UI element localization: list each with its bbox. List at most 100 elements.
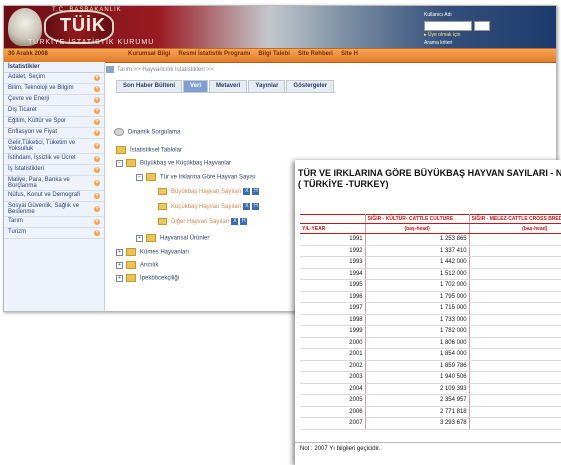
sidebar-item-label: İş İstatistikleri — [8, 166, 45, 172]
tree-label: Dinamik Sorgulama — [128, 129, 181, 136]
advanced-search-label[interactable]: Arama kriteri — [424, 40, 452, 46]
xls-icon[interactable]: X — [243, 203, 251, 210]
cell-culture: 1 715 000 — [365, 302, 470, 315]
home-icon[interactable] — [106, 66, 114, 73]
expand-icon[interactable]: + — [94, 108, 100, 114]
expand-icon[interactable]: + — [94, 219, 100, 225]
folder-icon — [126, 274, 136, 282]
signup-link[interactable]: ▸ Üye olmak için — [424, 32, 460, 38]
expand-icon[interactable]: + — [136, 234, 143, 242]
tree-node-breeds[interactable]: − Tür ve Irklarına Göre Hayvan Sayısı — [136, 173, 256, 181]
sidebar-item[interactable]: Bilim, Teknoloji ve Bilgim + — [4, 84, 104, 95]
folder-open-icon — [146, 173, 156, 181]
sidebar-list: Adalet, Seçim + Bilim, Teknoloji ve Bilgim… — [4, 73, 104, 239]
collapse-icon[interactable]: − — [136, 173, 143, 181]
cell-year: 2006 — [300, 406, 366, 418]
cell-cross: 4 357 5 — [469, 360, 561, 372]
sidebar-item[interactable]: Turizm + — [4, 228, 104, 239]
tab-1[interactable]: Veri — [183, 80, 209, 92]
sidebar-item[interactable]: İstihdam, İşsizlik ve Ücret + — [4, 154, 104, 165]
expand-icon[interactable]: + — [94, 130, 100, 136]
cell-cross: 4 620 0 — [469, 348, 561, 361]
expand-icon[interactable]: + — [94, 97, 100, 103]
sidebar-item[interactable]: Maliye, Para, Banka ve Borçlanma + — [4, 176, 104, 191]
expand-icon[interactable]: + — [94, 167, 100, 173]
nav-item[interactable]: Resmi İstatistik Programı — [178, 51, 250, 57]
document-title-line1: TÜR VE IRKLARINA GÖRE BÜYÜKBAŞ HAYVAN SA… — [298, 168, 561, 178]
nav-item[interactable]: Site H — [341, 51, 358, 57]
sidebar-item[interactable]: Adalet, Seçim + — [4, 73, 104, 84]
sidebar-item-label: Bilim, Teknoloji ve Bilgim — [8, 85, 74, 91]
tab-0[interactable]: Son Haber Bülteni — [116, 80, 183, 92]
expand-icon[interactable]: + — [94, 143, 100, 149]
cell-cross: 4 342 0 — [469, 256, 561, 269]
tree-node-poultry[interactable]: + Kümes Hayvanları — [116, 248, 189, 256]
breadcrumb-text[interactable]: Tarım >> Hayvancılık İstatistikleri >> — [117, 67, 213, 73]
expand-icon[interactable]: + — [94, 193, 100, 199]
tree-label: Küçükbaş Hayvan Sayıları — [171, 204, 242, 211]
document-title-line2: ( TÜRKİYE -TURKEY) — [298, 179, 389, 189]
sidebar-item[interactable]: Enflasyon ve Fiyat + — [4, 128, 104, 139]
expand-icon[interactable]: + — [116, 248, 123, 256]
sidebar-item[interactable]: İş İstatistikleri + — [4, 165, 104, 176]
sidebar-item[interactable]: Çevre ve Enerji + — [4, 95, 104, 106]
expand-icon[interactable]: + — [94, 156, 100, 162]
sidebar-item[interactable]: Tarım + — [4, 217, 104, 228]
login-input[interactable] — [424, 21, 472, 31]
html-icon[interactable]: H — [240, 218, 248, 225]
nav-item[interactable]: Kurumsal Bilgi — [128, 51, 170, 57]
sidebar-item[interactable]: Dış Ticaret + — [4, 106, 104, 117]
expand-icon[interactable]: + — [116, 261, 123, 269]
cell-cross: 4 543 0 — [469, 268, 561, 280]
cell-cross: 4 033 3 — [469, 233, 561, 246]
nav-items: Kurumsal Bilgi Resmi İstatistik Programı B… — [128, 51, 358, 57]
tab-4[interactable]: Göstergeler — [286, 80, 335, 92]
tree-leaf-other[interactable]: Diğer Hayvan Sayıları X H — [158, 218, 248, 225]
folder-icon — [116, 146, 126, 154]
table-row: 19911 253 8654 033 3 — [300, 233, 561, 246]
bovine-table-document: TÜR VE IRKLARINA GÖRE BÜYÜKBAŞ HAYVAN SA… — [295, 160, 561, 465]
expand-icon[interactable]: + — [94, 86, 100, 92]
tree-label: Büyükbaş ve Küçükbaş Hayvanlar — [140, 160, 232, 167]
expand-icon[interactable]: + — [116, 274, 123, 282]
sidebar-item[interactable]: Nüfus, Konut ve Demografi + — [4, 191, 104, 202]
login-button[interactable] — [474, 21, 490, 31]
sidebar-item[interactable]: Gelir,Tüketici, Tüketim ve Yoksulluk + — [4, 139, 104, 154]
tree-node-silk[interactable]: + İpekböcekçiliği — [116, 274, 179, 282]
tree-node-products[interactable]: + Hayvansal Ürünler — [136, 234, 209, 242]
cell-year: 1997 — [300, 302, 366, 315]
sidebar-item[interactable]: Sosyal Güvenlik, Sağlık ve Beslenme + — [4, 202, 104, 217]
expand-icon[interactable]: + — [94, 180, 100, 186]
content-tabs: Son Haber Bülteni Veri Metaveri Yayınlar Gös… — [116, 80, 336, 93]
cell-culture: 1 512 000 — [365, 268, 470, 280]
tab-2[interactable]: Metaveri — [209, 80, 248, 92]
cross-unit: (baş-head) — [469, 223, 561, 234]
tree-node-bee[interactable]: + Arıcılık — [116, 261, 158, 269]
xls-icon[interactable]: X — [243, 188, 251, 195]
cell-year: 2007 — [300, 417, 366, 430]
tree-node-dynamic[interactable]: Dinamik Sorgulama — [114, 128, 180, 136]
expand-icon[interactable]: + — [94, 75, 100, 81]
tree-node-static[interactable]: İstatistiksel Tablolar — [116, 146, 182, 154]
collapse-icon[interactable]: − — [116, 159, 123, 167]
folder-icon — [126, 261, 136, 269]
sidebar-item-label: Çevre ve Enerji — [8, 96, 50, 102]
html-icon[interactable]: H — [252, 188, 260, 195]
tree-leaf-big[interactable]: Büyükbaş Hayvan Sayıları X H — [158, 188, 260, 195]
html-icon[interactable]: H — [252, 203, 260, 210]
table-row: 19991 782 0004 826 0 — [300, 325, 561, 338]
tree-label: Arıcılık — [140, 262, 159, 269]
tree-node-cattle[interactable]: − Büyükbaş ve Küçükbaş Hayvanlar — [116, 159, 231, 167]
expand-icon[interactable]: + — [94, 230, 100, 236]
table-row: 19921 337 4104 131 5 — [300, 245, 561, 257]
expand-icon[interactable]: + — [94, 206, 100, 212]
cell-year: 2005 — [300, 394, 366, 407]
table-row: 20011 854 0004 620 0 — [300, 348, 561, 361]
xls-icon[interactable]: X — [231, 218, 239, 225]
tree-leaf-small[interactable]: Küçükbaş Hayvan Sayıları X H — [158, 203, 260, 211]
nav-item[interactable]: Bilgi Talebi — [258, 51, 290, 57]
sidebar-item[interactable]: Eğitim, Kültür ve Spor + — [4, 117, 104, 128]
tab-3[interactable]: Yayınlar — [248, 80, 286, 92]
nav-item[interactable]: Site Rehberi — [298, 51, 333, 57]
expand-icon[interactable]: + — [94, 119, 100, 125]
